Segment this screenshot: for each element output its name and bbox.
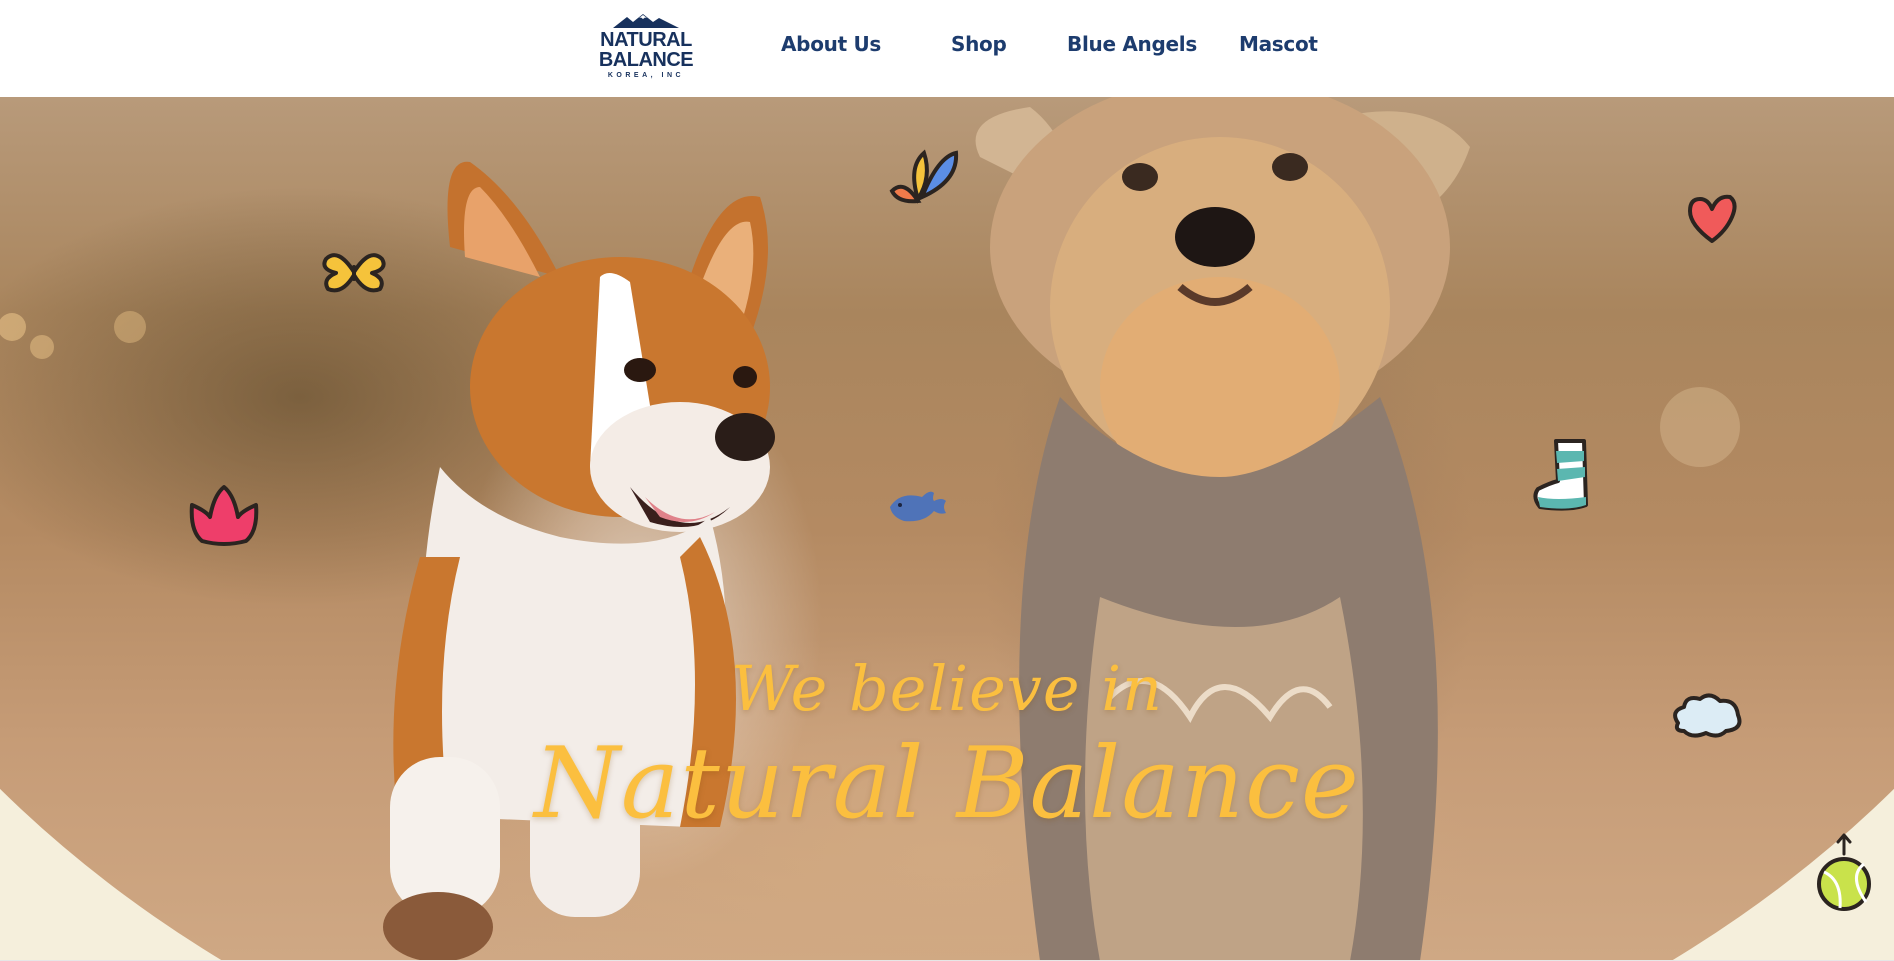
nav-blue-angels[interactable]: Blue Angels: [1067, 32, 1197, 56]
logo-text-line1: NATURAL: [600, 29, 692, 51]
tennis-ball-icon: [1817, 857, 1871, 911]
butterfly-icon: [322, 253, 386, 293]
logo-text-line2: BALANCE: [598, 49, 694, 71]
natural-balance-logo[interactable]: NATURAL BALANCE KOREA, INC: [598, 14, 694, 82]
sock-icon: [1533, 439, 1588, 511]
nav-mascot[interactable]: Mascot: [1239, 32, 1318, 56]
nav-shop[interactable]: Shop: [951, 32, 1007, 56]
heart-icon: [1688, 194, 1737, 243]
fish-icon: [890, 491, 946, 522]
logo-text-line3: KOREA, INC: [607, 72, 685, 79]
nav-about-us[interactable]: About Us: [781, 32, 881, 56]
up-arrow-icon: [1836, 833, 1852, 856]
mountain-logo-icon: [613, 14, 679, 28]
flower-petals-icon: [889, 149, 959, 204]
hero-tagline-line1: We believe in: [731, 652, 1163, 725]
site-header: NATURAL BALANCE KOREA, INC About Us Shop…: [0, 0, 1894, 97]
crown-icon: [189, 485, 259, 546]
hero-tagline-line2: Natural Balance: [534, 727, 1360, 841]
scroll-to-top-button[interactable]: [1814, 832, 1878, 912]
hero-section: We believe in Natural Balance: [0, 97, 1894, 961]
